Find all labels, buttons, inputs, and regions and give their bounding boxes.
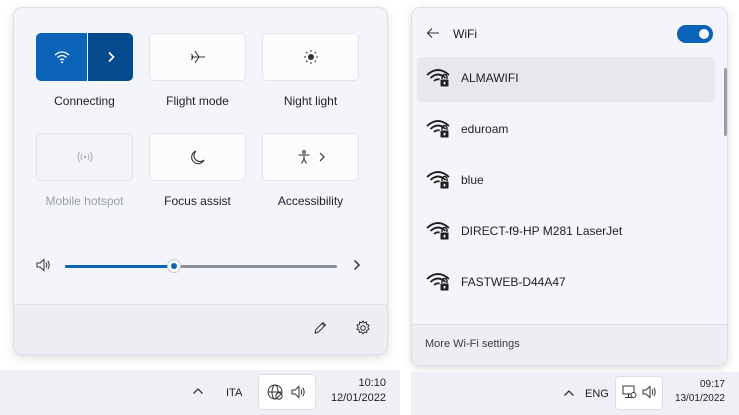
speaker-icon [641,384,657,400]
clock-time: 10:10 [358,377,386,389]
wifi-network-list: ALMAWIFI eduroam blue DIRECT-f9-HP M281 Las… [412,56,727,326]
focus-assist-button[interactable] [149,133,246,181]
wifi-secured-icon [425,218,455,244]
clock[interactable]: 09:17 13/01/2022 [667,378,725,406]
airplane-icon [189,49,207,65]
wifi-networks-button[interactable] [88,33,133,81]
taskbar-left: ITA 10:10 12/01/2022 [0,370,400,415]
hotspot-icon [76,150,94,164]
wifi-panel-title: WiFi [453,27,477,41]
tile-label-accessibility: Accessibility [277,194,344,208]
wifi-tile[interactable] [36,33,133,81]
taskbar-right: ENG 09:17 13/01/2022 [411,372,739,415]
wifi-network-name: FASTWEB-D44A47 [461,275,566,289]
speaker-icon[interactable] [35,257,51,273]
quick-settings-panel: Connecting Flight mode Night light Mobil… [13,7,388,355]
pencil-icon[interactable] [312,320,328,336]
chevron-up-icon[interactable] [192,386,204,396]
volume-slider-thumb[interactable] [166,259,181,273]
wifi-network-item[interactable]: ALMAWIFI [417,57,715,102]
globe-icon [266,383,284,401]
input-language-indicator[interactable]: ITA [226,387,242,399]
speaker-icon [290,384,306,400]
wifi-network-name: DIRECT-f9-HP M281 LaserJet [461,224,623,238]
chevron-up-icon[interactable] [563,388,575,398]
wifi-secured-icon [425,65,455,91]
tile-label-wifi: Connecting [54,94,115,108]
gear-icon[interactable] [354,319,372,337]
wifi-network-item[interactable]: blue [417,159,715,204]
mobile-hotspot-button[interactable] [36,133,133,181]
clock-date: 13/01/2022 [674,393,725,404]
night-light-button[interactable] [262,33,359,81]
network-icon [621,384,637,400]
input-language-indicator[interactable]: ENG [585,388,609,400]
wifi-icon [54,50,70,64]
wifi-network-item[interactable]: DIRECT-f9-HP M281 LaserJet [417,210,715,255]
wifi-secured-icon [425,269,455,295]
brightness-icon [303,49,319,65]
back-arrow-icon[interactable] [426,27,440,39]
wifi-network-name: ALMAWIFI [461,71,519,85]
wifi-secured-icon [425,167,455,193]
wifi-network-item[interactable]: eduroam [417,108,715,153]
scrollbar[interactable] [724,68,727,136]
volume-slider[interactable] [65,259,337,273]
clock-time: 09:17 [699,379,725,390]
wifi-toggle-switch[interactable] [677,25,713,43]
audio-output-chevron-icon[interactable] [352,259,362,271]
clock[interactable]: 10:10 12/01/2022 [322,376,386,406]
tile-label-mobile-hotspot: Mobile hotspot [45,194,124,208]
wifi-network-item[interactable]: FASTWEB-D44A47 [417,261,715,306]
accessibility-button[interactable] [262,133,359,181]
wifi-panel: WiFi ALMAWIFI eduroam blue DIRECT-f9-HP M28… [411,7,728,366]
tile-label-night-light: Night light [283,94,338,108]
tile-label-flight-mode: Flight mode [166,94,229,108]
more-wifi-settings-link[interactable]: More Wi-Fi settings [425,338,520,350]
wifi-toggle-button[interactable] [36,33,87,81]
wifi-network-name: blue [461,173,484,187]
quick-settings-footer [14,304,387,354]
moon-icon [190,149,206,165]
flight-mode-button[interactable] [149,33,246,81]
volume-slider-fill [65,265,174,268]
accessibility-icon [296,149,312,165]
chevron-right-icon [106,51,116,63]
wifi-panel-footer: More Wi-Fi settings [412,324,727,365]
wifi-secured-icon [425,116,455,142]
clock-date: 12/01/2022 [330,392,386,404]
wifi-network-name: eduroam [461,122,509,136]
tile-label-focus-assist: Focus assist [164,194,231,208]
chevron-right-icon [318,151,326,163]
